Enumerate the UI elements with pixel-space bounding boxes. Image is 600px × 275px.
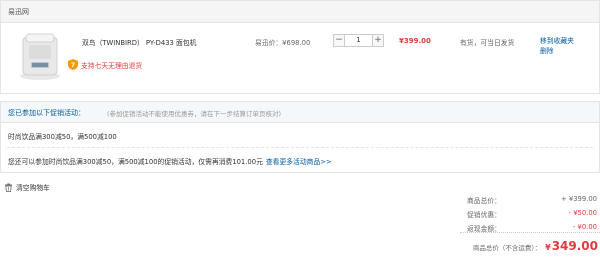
promotion-divider	[7, 147, 593, 148]
discount-row: 促销优惠： - ¥50.00	[440, 209, 600, 221]
clear-cart-label: 清空购物车	[16, 184, 50, 192]
promotion-joined: 时尚饮品满300减50，满500减100	[8, 133, 117, 141]
move-to-favorites-link[interactable]: 移到收藏夹	[540, 36, 574, 46]
guarantee-badge: 7 支持七天无理由退货	[68, 59, 142, 70]
store-name[interactable]: 易迅网	[8, 7, 29, 17]
item-operations: 移到收藏夹 删除	[540, 36, 574, 56]
promotion-header: 您已参加以下促销活动： (参加促销活动不能使用优惠券，请在下一步结算订单页核对)	[1, 102, 599, 123]
store-header: 易迅网	[1, 1, 599, 23]
stock-status: 有货，可当日发货	[460, 39, 515, 47]
clear-cart-button[interactable]: 清空购物车	[4, 182, 50, 192]
shield-7-icon: 7	[68, 59, 78, 70]
product-name[interactable]: 双鸟（TWINBIRD） PY-D433 面包机	[82, 37, 196, 47]
grand-total-label: 商品总价（不含运费）：	[472, 244, 542, 252]
trash-icon	[5, 183, 12, 192]
quantity-input[interactable]: 1	[345, 34, 372, 47]
product-image[interactable]	[18, 31, 62, 81]
refund-row: 返现金额： - ¥0.00	[440, 223, 600, 235]
grand-total-value: 349.00	[551, 239, 598, 253]
more-promotions-link[interactable]: 查看更多活动商品>>	[266, 158, 332, 166]
quantity-stepper: − 1 +	[333, 34, 384, 47]
goods-total-label: 商品总价：	[467, 197, 501, 205]
grand-total-currency: ¥	[545, 243, 551, 252]
refund-value: - ¥0.00	[572, 223, 597, 231]
goods-total-value: + ¥399.00	[561, 195, 597, 203]
grand-total: 商品总价（不含运费）： ¥ 349.00	[473, 239, 598, 253]
promotion-suggestion: 您还可以参加时尚饮品满300减50，满500减100的促销活动，仅需再消费101…	[8, 156, 332, 166]
promotion-box: 您已参加以下促销活动： (参加促销活动不能使用优惠券，请在下一步结算订单页核对)…	[0, 101, 600, 173]
goods-total-row: 商品总价： + ¥399.00	[440, 195, 600, 207]
discount-label: 促销优惠：	[467, 211, 501, 219]
promotion-note: (参加促销活动不能使用优惠券，请在下一步结算订单页核对)	[107, 110, 282, 118]
svg-text:7: 7	[71, 61, 76, 69]
discount-value: - ¥50.00	[568, 209, 597, 217]
promotion-suggestion-text: 您还可以参加时尚饮品满300减50，满500减100的促销活动，仅需再消费101…	[8, 158, 263, 166]
cart-item-box: 易迅网	[0, 0, 600, 94]
guarantee-text: 支持七天无理由退货	[81, 61, 143, 70]
summary-divider	[460, 232, 600, 233]
delete-link[interactable]: 删除	[540, 46, 574, 56]
promotion-title: 您已参加以下促销活动：	[8, 109, 85, 117]
increase-button[interactable]: +	[372, 34, 384, 47]
decrease-button[interactable]: −	[333, 34, 345, 47]
row-total-price: ¥399.00	[399, 37, 431, 45]
unit-price: 易迅价：¥698.00	[255, 39, 311, 47]
